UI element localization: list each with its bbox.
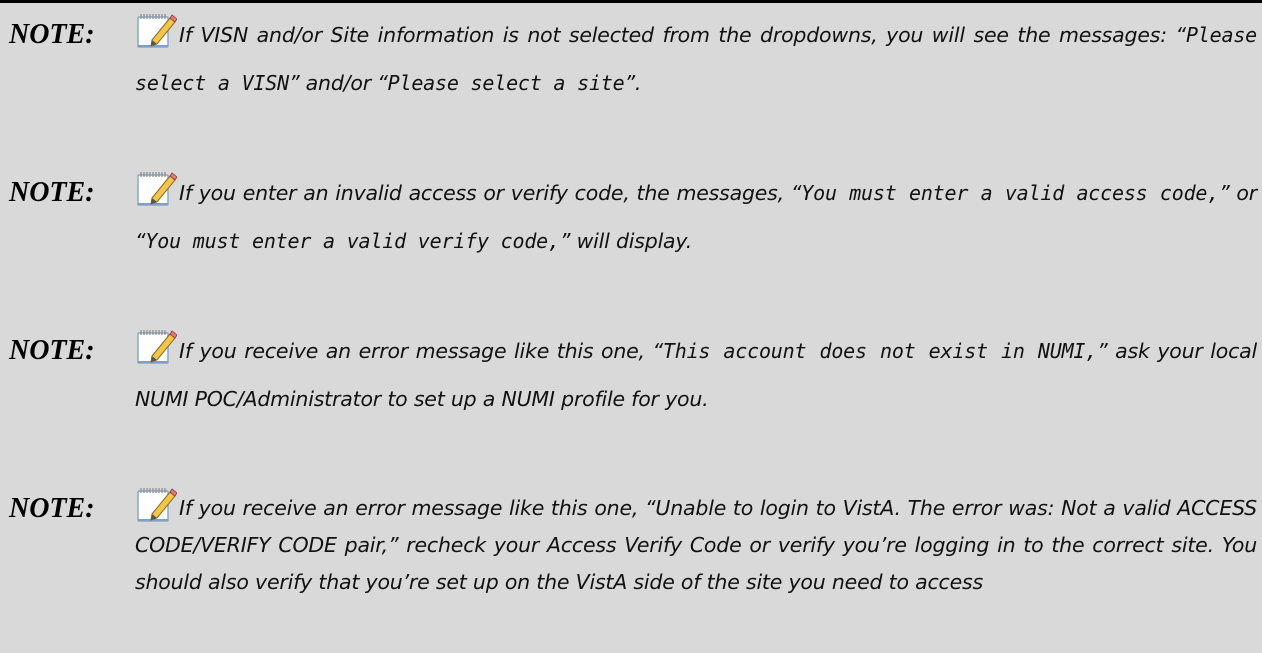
notes-panel: NOTE: If VISN and/or Site information is…	[0, 0, 1262, 653]
note-text-segment: ” will display.	[559, 229, 693, 253]
note-text-segment: If VISN and/or Site information is not s…	[179, 23, 1186, 47]
note-code-text: This account does not exist in NUMI,	[662, 339, 1098, 363]
note-code-text: You must enter a valid verify code,	[145, 229, 560, 253]
note-label: NOTE:	[9, 19, 95, 50]
note-label: NOTE:	[9, 335, 95, 366]
note-label: NOTE:	[9, 493, 95, 524]
note-code-text: You must enter a valid access code,	[801, 181, 1220, 205]
note-text-segment: If you receive an error message like thi…	[179, 339, 663, 363]
note-text: If you enter an invalid access or verify…	[135, 169, 1257, 265]
notepad-pencil-icon	[137, 330, 177, 364]
note-text-segment: ”.	[624, 71, 642, 95]
notepad-pencil-icon	[137, 172, 177, 206]
note-label: NOTE:	[9, 177, 95, 208]
note-text: If you receive an error message like thi…	[135, 490, 1257, 601]
note-code-text: Please select a site	[387, 71, 625, 95]
notepad-pencil-icon	[137, 488, 177, 522]
note-text-segment: If you receive an error message like thi…	[135, 496, 1257, 594]
notepad-pencil-icon	[137, 14, 177, 48]
note-text: If VISN and/or Site information is not s…	[135, 11, 1257, 107]
note-text-segment: ” and/or “	[288, 71, 388, 95]
note-text-segment: If you enter an invalid access or verify…	[179, 181, 802, 205]
note-text: If you receive an error message like thi…	[135, 327, 1257, 423]
